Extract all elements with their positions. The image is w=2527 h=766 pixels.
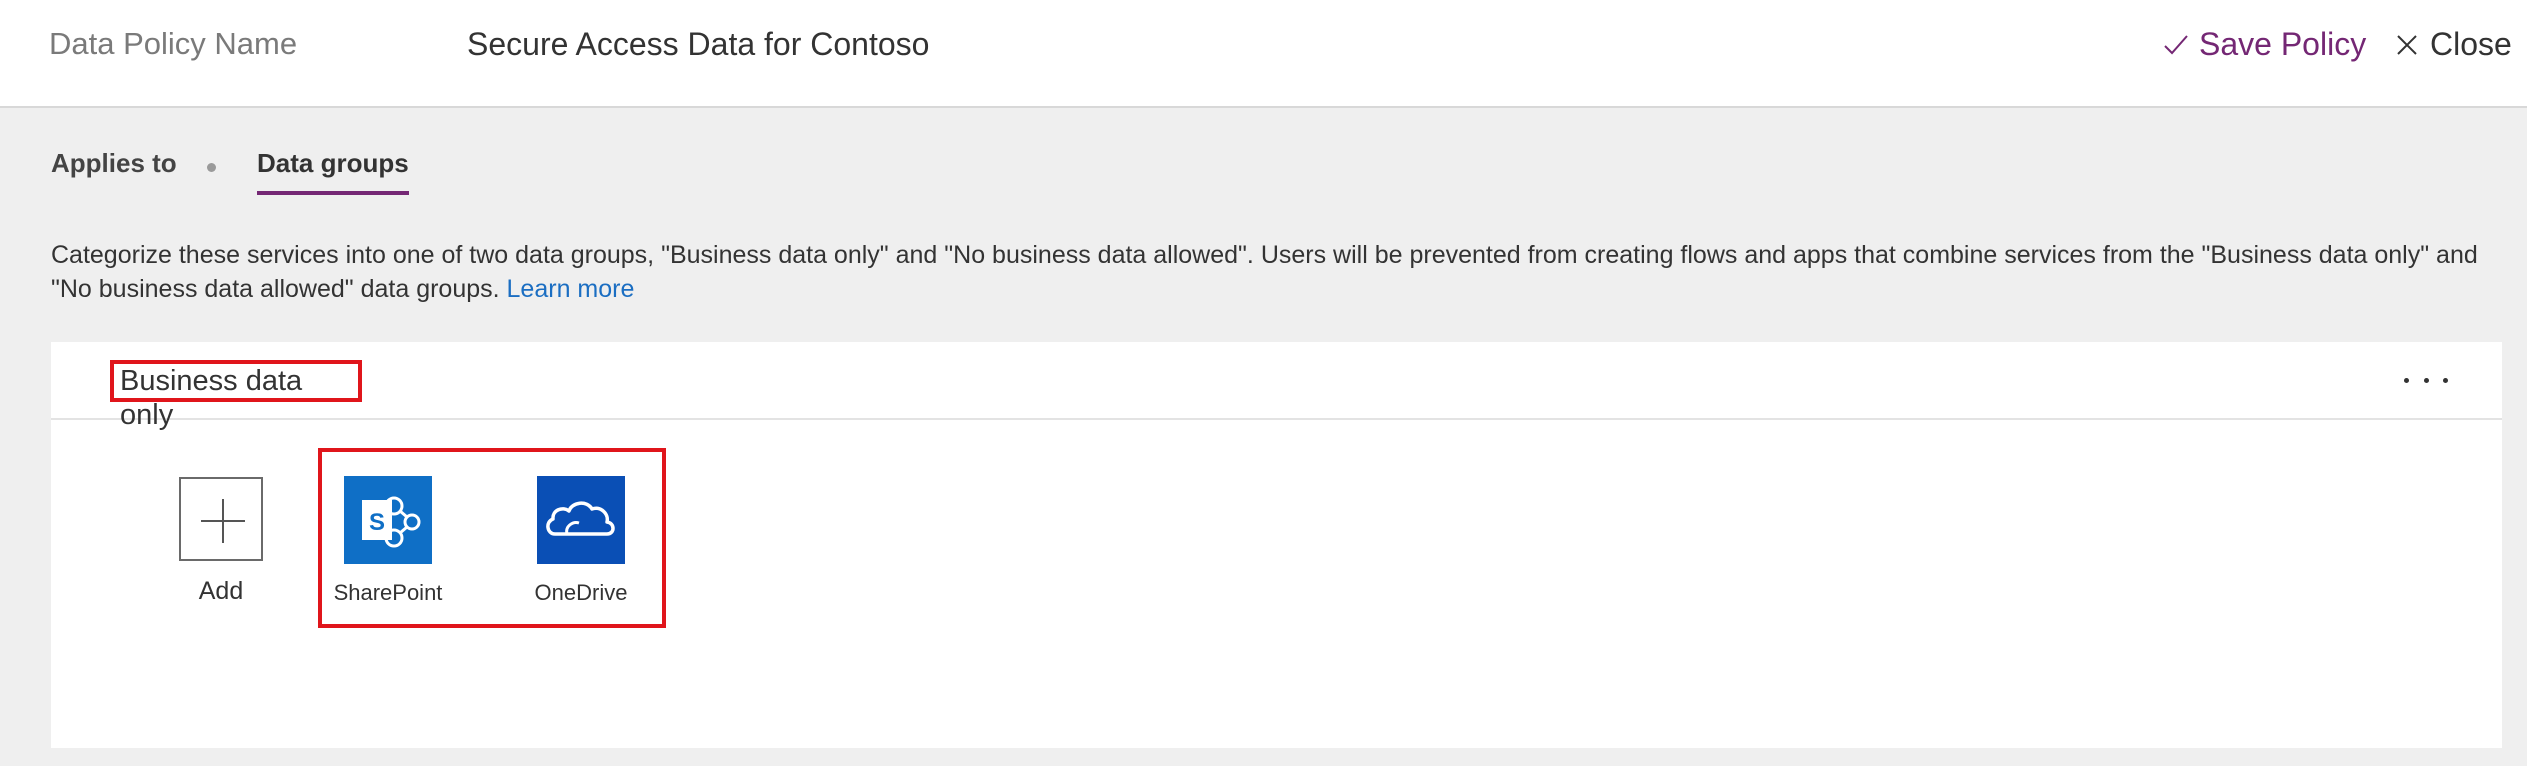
data-group-title: Business data only bbox=[110, 360, 362, 431]
tab-data-groups[interactable]: Data groups bbox=[257, 148, 409, 195]
add-label: Add bbox=[198, 577, 244, 605]
sharepoint-icon: S bbox=[344, 476, 432, 564]
service-tile-sharepoint[interactable]: S SharePoint bbox=[313, 476, 463, 606]
close-icon bbox=[2397, 34, 2417, 55]
svg-text:S: S bbox=[369, 509, 385, 536]
service-tile-onedrive[interactable]: OneDrive bbox=[506, 476, 656, 606]
policy-name-label: Data Policy Name bbox=[49, 26, 298, 61]
data-group-card: Business data only Add S SharePoint OneD… bbox=[51, 342, 2502, 748]
onedrive-icon bbox=[537, 476, 625, 564]
save-policy-button[interactable]: Save Policy bbox=[2163, 26, 2366, 63]
policy-name-value[interactable]: Secure Access Data for Contoso bbox=[467, 26, 929, 63]
checkmark-icon bbox=[2164, 34, 2188, 54]
description-text: Categorize these services into one of tw… bbox=[51, 241, 2478, 303]
data-groups-description: Categorize these services into one of tw… bbox=[51, 238, 2481, 306]
data-group-card-header: Business data only bbox=[51, 342, 2502, 431]
save-policy-label: Save Policy bbox=[2199, 26, 2367, 62]
policy-header: Data Policy Name Secure Access Data for … bbox=[0, 0, 2527, 108]
close-button[interactable]: Close bbox=[2396, 26, 2512, 63]
tab-separator-dot bbox=[207, 163, 216, 172]
close-label: Close bbox=[2430, 26, 2512, 62]
more-options-icon[interactable] bbox=[2404, 370, 2448, 390]
service-label: SharePoint bbox=[333, 580, 443, 605]
add-service-button[interactable]: Add bbox=[146, 477, 296, 606]
service-label: OneDrive bbox=[534, 580, 628, 605]
add-icon bbox=[179, 477, 263, 561]
tab-applies-to[interactable]: Applies to bbox=[51, 148, 177, 179]
learn-more-link[interactable]: Learn more bbox=[507, 275, 635, 303]
